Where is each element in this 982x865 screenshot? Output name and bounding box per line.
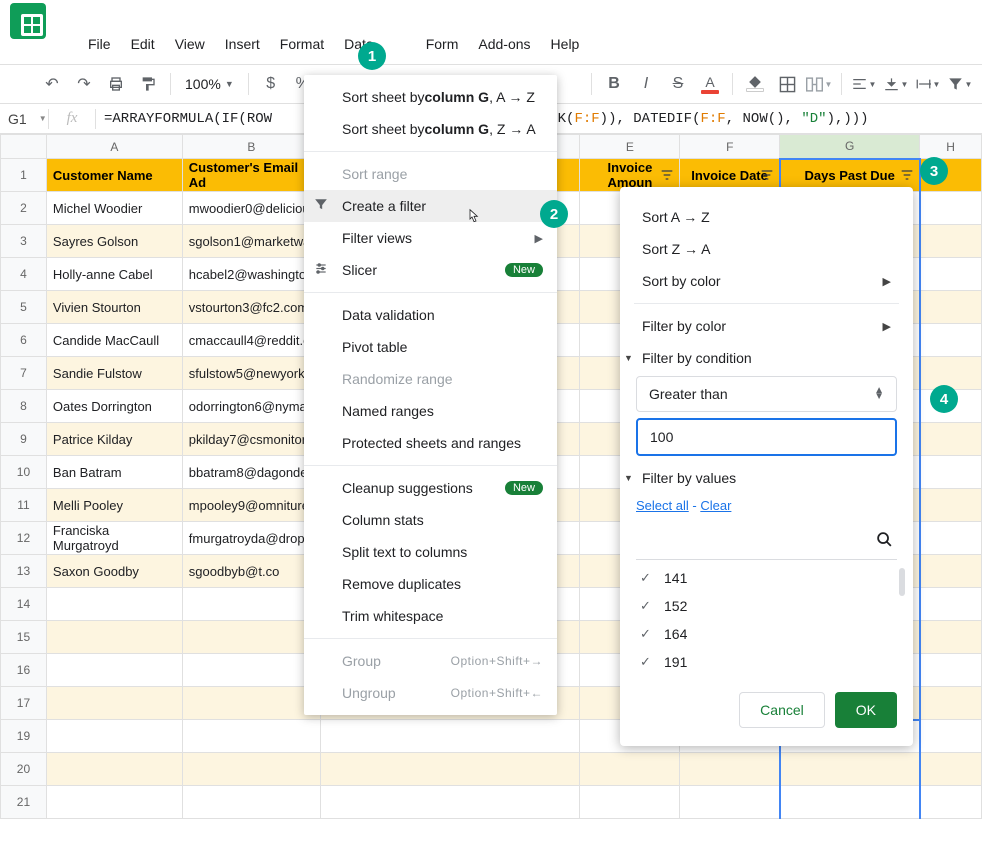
filter-values-list: ✓141✓152✓164✓191 — [636, 564, 905, 676]
data-menu-dropdown: Sort sheet by column G, A → Z Sort sheet… — [304, 75, 557, 715]
italic-button[interactable]: I — [632, 70, 660, 98]
table-row[interactable]: 20 — [1, 753, 982, 786]
filter-value-item[interactable]: ✓141 — [636, 564, 905, 592]
new-badge: New — [505, 481, 543, 495]
new-badge: New — [505, 263, 543, 277]
strike-button[interactable]: S — [664, 70, 692, 98]
slicer-icon — [314, 262, 328, 279]
menu-file[interactable]: File — [78, 34, 121, 54]
sort-az[interactable]: Sort A → Z — [620, 201, 913, 233]
menu-format[interactable]: Format — [270, 34, 334, 54]
menu-randomize: Randomize range — [304, 363, 557, 395]
menu-edit[interactable]: Edit — [121, 34, 165, 54]
vert-align-button[interactable]: ▼ — [882, 70, 910, 98]
menu-create-filter[interactable]: Create a filter — [304, 190, 557, 222]
sheets-logo — [10, 3, 46, 39]
col-header-F[interactable]: F — [680, 135, 780, 159]
ok-button[interactable]: OK — [835, 692, 897, 728]
menu-remove-dup[interactable]: Remove duplicates — [304, 568, 557, 600]
menu-data-validation[interactable]: Data validation — [304, 299, 557, 331]
filter-icon[interactable] — [759, 167, 775, 183]
merge-button[interactable]: ▼ — [805, 70, 833, 98]
menu-slicer[interactable]: Slicer New — [304, 254, 557, 286]
menu-pivot-table[interactable]: Pivot table — [304, 331, 557, 363]
filter-by-color[interactable]: Filter by color▶ — [620, 310, 913, 342]
menu-named-ranges[interactable]: Named ranges — [304, 395, 557, 427]
menu-split-text[interactable]: Split text to columns — [304, 536, 557, 568]
menu-cleanup[interactable]: Cleanup suggestions New — [304, 472, 557, 504]
redo-button[interactable]: ↷ — [70, 70, 98, 98]
fx-icon: fx — [49, 110, 95, 127]
cursor-icon — [466, 208, 482, 229]
undo-button[interactable]: ↶ — [38, 70, 66, 98]
borders-button[interactable] — [773, 70, 801, 98]
sort-by-color[interactable]: Sort by color▶ — [620, 265, 913, 297]
condition-select[interactable]: Greater than ▲▼ — [636, 376, 897, 412]
menu-group: GroupOption+Shift+→ — [304, 645, 557, 677]
col-header-A[interactable]: A — [46, 135, 182, 159]
text-color-button[interactable]: A — [696, 70, 724, 98]
menu-sort-range: Sort range — [304, 158, 557, 190]
fill-color-button[interactable] — [741, 70, 769, 98]
cancel-button[interactable]: Cancel — [739, 692, 825, 728]
filter-value-item[interactable]: ✓152 — [636, 592, 905, 620]
menu-help[interactable]: Help — [541, 34, 590, 54]
col-header-H[interactable]: H — [920, 135, 982, 159]
col-header-G[interactable]: G — [780, 135, 920, 159]
menu-protected[interactable]: Protected sheets and ranges — [304, 427, 557, 459]
menu-trim[interactable]: Trim whitespace — [304, 600, 557, 632]
menu-form[interactable]: Form — [416, 34, 469, 54]
print-button[interactable] — [102, 70, 130, 98]
menu-addons[interactable]: Add-ons — [468, 34, 540, 54]
clear-link[interactable]: Clear — [700, 498, 731, 513]
filter-toolbar-button[interactable]: ▼ — [946, 70, 974, 98]
search-icon — [876, 531, 893, 553]
menu-insert[interactable]: Insert — [215, 34, 270, 54]
menubar: File Edit View Insert Format Data Form A… — [0, 32, 982, 56]
horiz-align-button[interactable]: ▼ — [850, 70, 878, 98]
bold-button[interactable]: B — [600, 70, 628, 98]
currency-button[interactable]: $ — [257, 70, 285, 98]
select-all-link[interactable]: Select all — [636, 498, 689, 513]
filter-icon — [314, 198, 328, 215]
filter-search-input[interactable] — [636, 525, 897, 560]
filter-icon[interactable] — [899, 167, 915, 183]
column-filter-panel: Sort A → Z Sort Z → A Sort by color▶ Fil… — [620, 187, 913, 746]
scrollbar[interactable] — [899, 568, 905, 596]
condition-value-input[interactable]: 100 — [636, 418, 897, 456]
menu-view[interactable]: View — [165, 34, 215, 54]
menu-sort-za[interactable]: Sort sheet by column G, Z → A — [304, 113, 557, 145]
callout-2: 2 — [540, 200, 568, 228]
paint-format-button[interactable] — [134, 70, 162, 98]
table-row[interactable]: 21 — [1, 786, 982, 819]
zoom-select[interactable]: 100%▼ — [179, 76, 240, 92]
sort-za[interactable]: Sort Z → A — [620, 233, 913, 265]
col-header-B[interactable]: B — [182, 135, 320, 159]
filter-value-item[interactable]: ✓191 — [636, 648, 905, 676]
menu-column-stats[interactable]: Column stats — [304, 504, 557, 536]
callout-3: 3 — [920, 157, 948, 185]
filter-icon[interactable] — [659, 167, 675, 183]
menu-sort-az[interactable]: Sort sheet by column G, A → Z — [304, 81, 557, 113]
filter-by-values-header[interactable]: ▼ Filter by values — [620, 462, 913, 494]
col-header-E[interactable]: E — [580, 135, 680, 159]
callout-4: 4 — [930, 385, 958, 413]
callout-1: 1 — [358, 42, 386, 70]
filter-value-item[interactable]: ✓164 — [636, 620, 905, 648]
wrap-button[interactable]: ▼ — [914, 70, 942, 98]
filter-by-condition-header[interactable]: ▼ Filter by condition — [620, 342, 913, 374]
menu-filter-views[interactable]: Filter views▶ — [304, 222, 557, 254]
name-box[interactable]: G1▼ — [0, 111, 48, 127]
menu-ungroup: UngroupOption+Shift+← — [304, 677, 557, 709]
